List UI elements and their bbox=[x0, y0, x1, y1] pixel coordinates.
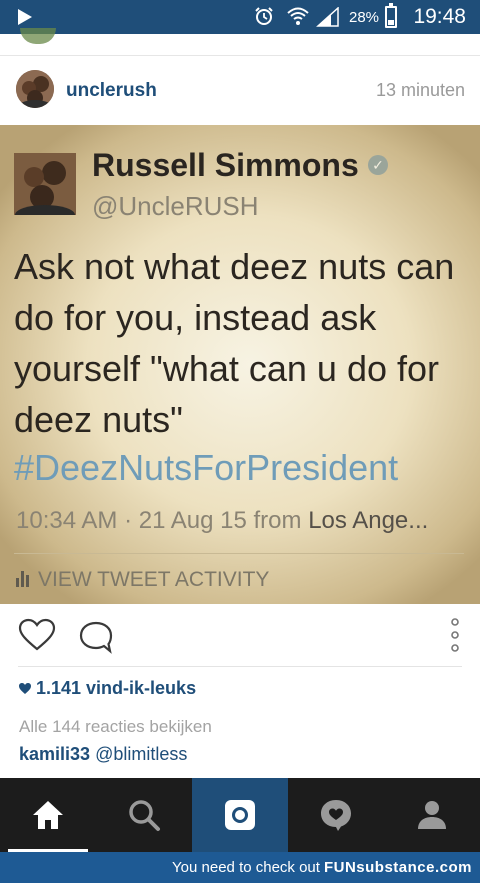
post-image[interactable]: Russell Simmons ✓ @UncleRUSH Ask not wha… bbox=[0, 125, 480, 604]
like-heart-icon[interactable] bbox=[18, 618, 56, 652]
tweet-location: Los Ange... bbox=[308, 507, 429, 534]
heart-icon bbox=[19, 683, 31, 694]
tweet-activity-label: VIEW TWEET ACTIVITY bbox=[38, 568, 270, 591]
tweet-divider bbox=[14, 553, 464, 554]
watermark-prefix: You need to check out bbox=[172, 859, 320, 876]
camera-icon bbox=[225, 800, 255, 830]
previous-post-avatar bbox=[20, 28, 56, 44]
bottom-navigation bbox=[0, 778, 480, 852]
more-options-icon[interactable] bbox=[444, 614, 466, 658]
tweet-timestamp: 10:34 AM · 21 Aug 15 from bbox=[16, 507, 302, 534]
bar-chart-icon bbox=[16, 571, 32, 587]
activity-icon bbox=[321, 800, 351, 831]
comment-icon[interactable] bbox=[78, 620, 114, 654]
tweet-hashtag: #DeezNutsForPresident bbox=[14, 447, 399, 488]
likes-count[interactable]: 1.141 vind-ik-leuks bbox=[18, 678, 196, 699]
view-all-comments-link[interactable]: Alle 144 reacties bekijken bbox=[19, 717, 212, 737]
play-icon bbox=[18, 9, 32, 25]
watermark-text: You need to check out FUNsubstance.com bbox=[172, 859, 472, 876]
tweet-activity: VIEW TWEET ACTIVITY bbox=[16, 568, 269, 592]
watermark-brand: FUNsubstance.com bbox=[323, 859, 472, 876]
wifi-icon bbox=[287, 7, 309, 25]
home-icon bbox=[33, 801, 63, 829]
tweet-avatar-image bbox=[14, 153, 76, 215]
tweet-author-handle: @UncleRUSH bbox=[92, 191, 259, 221]
signal-icon bbox=[316, 7, 339, 27]
actions-divider bbox=[18, 666, 462, 667]
tweet-avatar bbox=[14, 153, 76, 215]
post-header: unclerush 13 minuten bbox=[0, 56, 480, 126]
alarm-icon bbox=[255, 7, 273, 25]
previous-post-edge bbox=[0, 28, 480, 56]
likes-label: 1.141 vind-ik-leuks bbox=[36, 678, 197, 698]
battery-percent: 28% bbox=[349, 9, 380, 26]
watermark-banner: You need to check out FUNsubstance.com bbox=[0, 852, 480, 883]
profile-icon bbox=[418, 801, 446, 829]
comment-username[interactable]: kamili33 bbox=[19, 744, 90, 764]
post-username[interactable]: unclerush bbox=[66, 80, 157, 102]
verified-badge-icon: ✓ bbox=[368, 155, 388, 175]
tweet-author-name: Russell Simmons bbox=[92, 147, 359, 183]
nav-home[interactable] bbox=[0, 778, 96, 852]
nav-search[interactable] bbox=[96, 778, 192, 852]
nav-camera[interactable] bbox=[192, 778, 288, 852]
comment-text[interactable]: @blimitless bbox=[95, 744, 187, 764]
avatar[interactable] bbox=[16, 70, 54, 108]
battery-icon bbox=[385, 3, 397, 28]
clock: 19:48 bbox=[413, 5, 466, 28]
post-actions bbox=[0, 604, 480, 668]
nav-profile[interactable] bbox=[384, 778, 480, 852]
tweet-text: Ask not what deez nuts can do for you, i… bbox=[14, 246, 455, 440]
avatar-image bbox=[16, 70, 54, 108]
post-timestamp: 13 minuten bbox=[375, 80, 465, 100]
status-bar: 28% 19:48 bbox=[0, 0, 480, 34]
tweet-meta: 10:34 AM · 21 Aug 15 from Los Ange... bbox=[16, 507, 428, 535]
search-icon bbox=[129, 800, 160, 831]
nav-activity[interactable] bbox=[288, 778, 384, 852]
comment: kamili33 @blimitless bbox=[19, 744, 187, 765]
